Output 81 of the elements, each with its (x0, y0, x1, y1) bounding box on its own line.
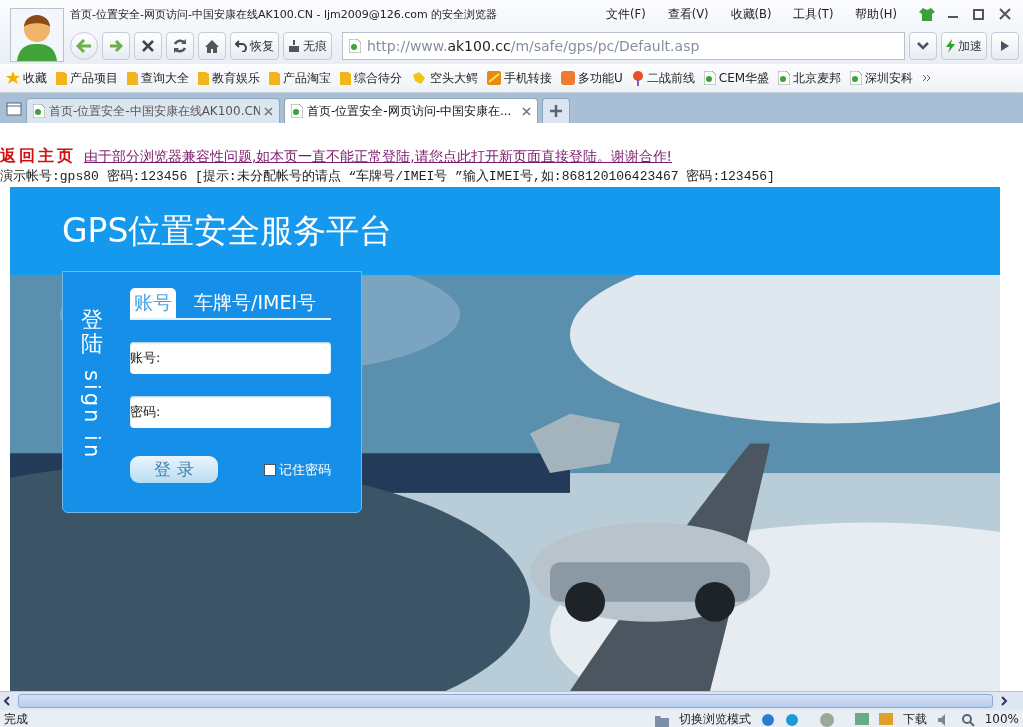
status-text: 完成 (4, 711, 29, 727)
menu-item[interactable]: 帮助(H) (855, 6, 897, 22)
bookmark-item[interactable]: 教育娱乐 (198, 69, 260, 87)
browser-tab[interactable]: 首页-位置安全-网页访问-中国安康在... (284, 98, 538, 123)
shirt-icon[interactable] (919, 6, 935, 22)
folder-icon (269, 71, 280, 85)
refresh-icon (172, 38, 188, 54)
browse-mode-button[interactable]: 切换浏览模式 (678, 710, 751, 727)
bookmark-item[interactable]: 二战前线 (631, 69, 695, 87)
input-field[interactable]: 密码: (130, 396, 331, 428)
refresh-button[interactable] (166, 32, 194, 60)
page-icon (850, 71, 863, 85)
download-button[interactable]: 下载 (902, 710, 927, 727)
sign-in-label: sign in (80, 370, 104, 461)
browser-tab[interactable]: 首页-位置安全-中国安康在线AK100.CN (26, 98, 280, 123)
star-icon (6, 71, 20, 85)
demo-account-text: 演示帐号:gps80 密码:123456 [提示:未分配帐号的请点 “车牌号/IMEI号 ”输入IMEI号,如:868120106423467 密码:123456] (0, 168, 776, 185)
app-icon (487, 71, 501, 85)
input-field[interactable]: 账号: (130, 342, 331, 374)
broom-icon (288, 40, 300, 52)
lightning-icon (946, 39, 955, 53)
bookmark-item[interactable]: 手机转接 (487, 69, 552, 87)
pin-icon (631, 70, 644, 86)
bookmark-item[interactable]: 综合待分 (340, 69, 402, 87)
folder-icon (340, 71, 351, 85)
page-icon (291, 104, 303, 118)
stop-button[interactable] (134, 32, 162, 60)
back-button[interactable] (70, 32, 98, 60)
home-link[interactable]: 返回主页 (0, 146, 76, 167)
new-tab-button[interactable] (542, 98, 570, 123)
scrollbar-thumb[interactable] (18, 694, 993, 708)
close-icon (141, 39, 155, 53)
play-button[interactable] (991, 32, 1019, 60)
message-link[interactable]: 由于部分浏览器兼容性问题,如本页一直不能正常登陆,请您点此打开新页面直接登陆。谢谢合作! (84, 148, 672, 166)
folder-icon (56, 71, 67, 85)
incognito-button[interactable]: 无痕 (283, 32, 332, 60)
page-icon (33, 104, 45, 118)
close-icon[interactable] (997, 6, 1013, 22)
page-icon (703, 71, 716, 85)
login-button[interactable]: 登 录 (130, 456, 218, 483)
bookmark-item[interactable]: 查询大全 (127, 69, 189, 87)
undo-icon (235, 40, 247, 52)
menu-item[interactable]: 查看(V) (667, 6, 709, 22)
dropdown-button[interactable] (909, 32, 937, 60)
zoom-level[interactable]: 100% (984, 710, 1019, 727)
close-icon[interactable] (264, 106, 273, 116)
restore-button[interactable]: 恢复 (230, 32, 279, 60)
forward-arrow-icon (109, 40, 123, 52)
menu-item[interactable]: 工具(T) (793, 6, 834, 22)
sidebar-icon[interactable] (6, 102, 22, 116)
bookmark-item[interactable]: 产品项目 (56, 69, 118, 87)
login-side-title: 登陆 (81, 308, 103, 357)
bookmark-item[interactable]: 北京麦邦 (778, 69, 842, 87)
menu-item[interactable]: 文件(F) (606, 6, 646, 22)
home-button[interactable] (198, 32, 226, 60)
more-chevron-icon[interactable] (922, 74, 933, 82)
bookmark-item[interactable]: 产品淘宝 (269, 69, 331, 87)
avatar-icon[interactable] (10, 8, 64, 62)
search-icon[interactable] (960, 713, 975, 727)
bookmark-item[interactable]: 收藏 (6, 69, 47, 87)
platform-title: GPS位置安全服务平台 (62, 209, 393, 252)
back-arrow-icon (76, 39, 92, 53)
address-field[interactable]: http://www.ak100.cc/m/safe/gps/pc/Default.asp (342, 32, 905, 60)
bookmark-item[interactable]: CEM华盛 (703, 69, 770, 87)
play-icon (1001, 41, 1009, 51)
folder-icon (198, 71, 209, 85)
bookmark-item[interactable]: 深圳安科 (850, 69, 914, 87)
window-title: 首页-位置安全-网页访问-中国安康在线AK100.CN - ljm2009@126.com 的安全浏览器 (70, 6, 499, 22)
plus-icon (550, 105, 562, 117)
accelerate-button[interactable]: 加速 (941, 32, 987, 60)
folder-icon (127, 71, 138, 85)
maximize-icon[interactable] (971, 6, 987, 22)
page-icon (349, 39, 361, 53)
folder-icon (654, 713, 669, 727)
chevron-icon (917, 42, 929, 50)
bookmark-item[interactable]: 空头大鳄 (411, 69, 478, 87)
close-icon[interactable] (522, 106, 531, 116)
bookmark-item[interactable]: 多功能U (561, 69, 623, 87)
page-icon (778, 71, 791, 85)
home-icon (204, 39, 220, 53)
menu-item[interactable]: 收藏(B) (730, 6, 772, 22)
